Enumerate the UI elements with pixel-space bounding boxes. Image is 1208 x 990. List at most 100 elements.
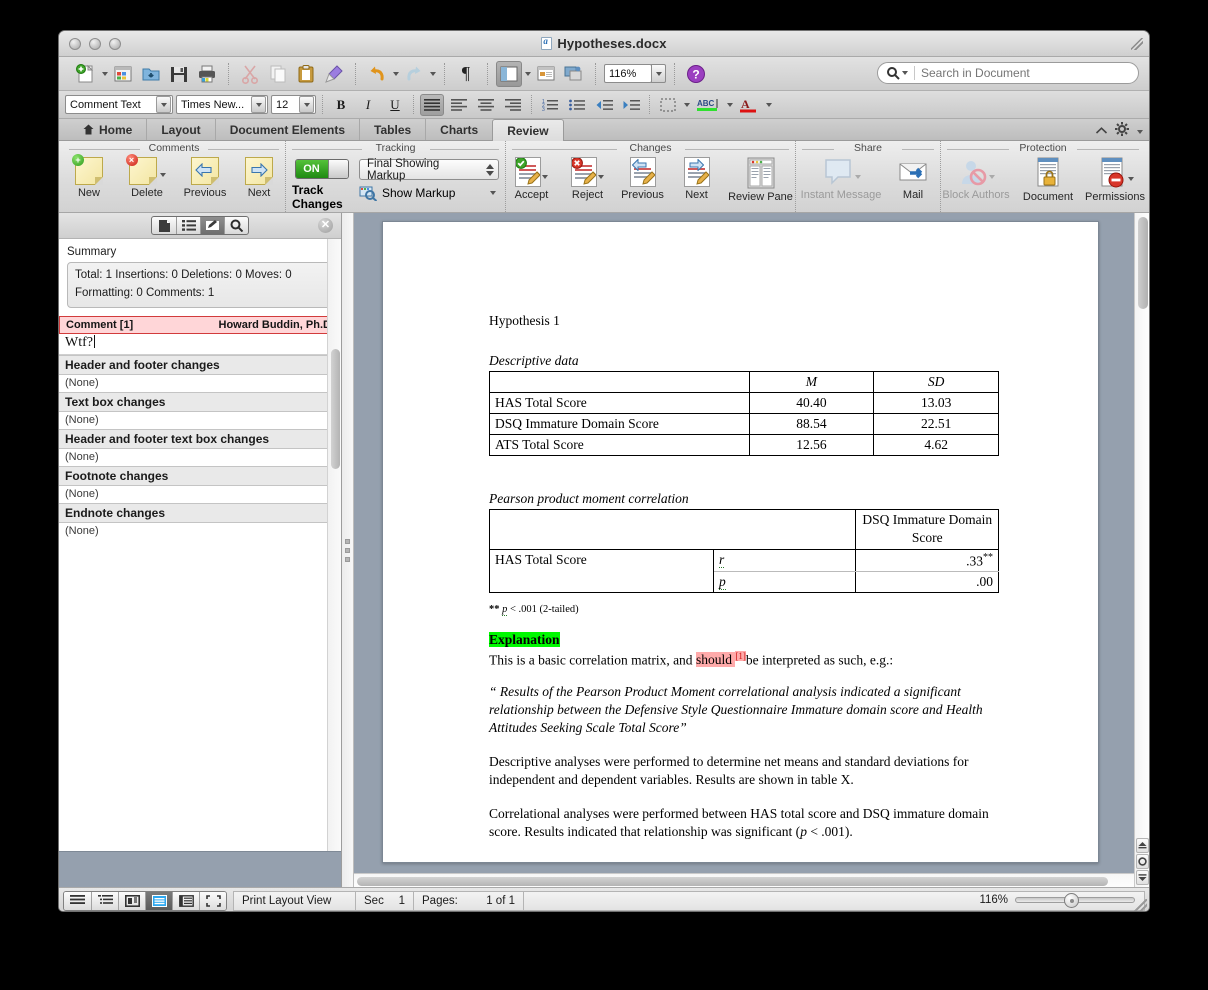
delete-comment-caret-icon[interactable] [159, 173, 166, 177]
redo-caret-icon[interactable] [430, 71, 436, 76]
paste-icon[interactable] [293, 61, 319, 87]
ribbon-block-authors[interactable]: Block Authors [937, 157, 1015, 201]
align-justify-button[interactable] [420, 93, 444, 116]
comment-entry-body[interactable]: Wtf? [59, 334, 341, 355]
tab-document-elements[interactable]: Document Elements [214, 119, 359, 140]
tab-review[interactable]: Review [492, 119, 564, 141]
tab-home[interactable]: Home [69, 119, 146, 140]
ribbon-protect-document[interactable]: Document [1017, 157, 1079, 203]
search-input[interactable] [921, 66, 1121, 80]
undo-icon[interactable] [364, 61, 390, 87]
show-markup-caret-icon[interactable] [490, 191, 497, 195]
tab-layout[interactable]: Layout [146, 119, 214, 140]
numbered-list-button[interactable]: 123 [538, 94, 562, 116]
notebook-view-icon[interactable] [172, 891, 199, 910]
ribbon-instant-message[interactable]: Instant Message [797, 157, 885, 201]
pane-splitter[interactable] [342, 213, 354, 887]
ribbon-accept-change[interactable]: Accept [505, 157, 559, 201]
highlight-button[interactable]: ABC [693, 94, 723, 116]
previous-page-icon[interactable] [1136, 838, 1149, 853]
thumbnails-icon[interactable] [176, 217, 200, 234]
collapse-ribbon-icon[interactable] [1095, 123, 1108, 141]
new-document-icon[interactable] [73, 61, 99, 87]
publishing-view-icon[interactable] [118, 891, 145, 910]
next-page-icon[interactable] [1136, 870, 1149, 885]
new-document-caret-icon[interactable] [102, 71, 108, 76]
show-markup-label[interactable]: Show Markup [382, 186, 455, 200]
show-paragraph-marks-icon[interactable]: ¶ [453, 61, 479, 87]
document-scroll-thumb[interactable] [1138, 217, 1148, 309]
document-map-icon[interactable] [152, 217, 176, 234]
document-body[interactable]: Hypothesis 1 Descriptive data M SD HAS T… [488, 312, 999, 853]
zoom-slider-knob[interactable] [1064, 893, 1079, 908]
style-combo-caret-icon[interactable] [156, 96, 171, 113]
decrease-indent-button[interactable] [592, 94, 616, 116]
ribbon-next-comment[interactable]: Next [233, 157, 285, 199]
ribbon-new-comment[interactable]: + New [63, 154, 115, 199]
select-browse-object-icon[interactable] [1136, 854, 1149, 869]
font-size-caret-icon[interactable] [299, 96, 314, 113]
font-color-caret-icon[interactable] [766, 102, 772, 107]
search-icon[interactable] [224, 217, 248, 234]
ribbon-delete-comment[interactable]: × Delete [117, 154, 177, 199]
comment-reference-marker[interactable]: [1] [735, 650, 746, 661]
search-options-caret-icon[interactable] [902, 71, 908, 75]
reject-caret-icon[interactable] [598, 175, 604, 179]
cut-icon[interactable] [237, 61, 263, 87]
zoom-slider-area[interactable]: 116% [979, 893, 1135, 908]
highlight-caret-icon[interactable] [727, 102, 733, 107]
view-mode-buttons[interactable] [63, 890, 227, 911]
align-center-button[interactable] [474, 94, 498, 116]
document-hscroll-thumb[interactable] [357, 877, 1108, 886]
bold-button[interactable]: B [329, 94, 353, 116]
align-left-button[interactable] [447, 94, 471, 116]
search-icon[interactable] [886, 66, 908, 80]
block-authors-caret-icon[interactable] [988, 175, 995, 179]
document-horizontal-scrollbar[interactable] [354, 873, 1134, 887]
explanation-highlighted-word[interactable]: should [695, 652, 736, 668]
sidebar-view-selector[interactable] [151, 216, 249, 235]
font-color-button[interactable]: A [736, 94, 762, 116]
ribbon-permissions[interactable]: Permissions [1081, 157, 1149, 203]
ribbon-previous-comment[interactable]: Previous [179, 157, 231, 199]
document-scroll-buttons[interactable] [1136, 838, 1149, 885]
zoom-slider[interactable] [1015, 893, 1135, 908]
style-combo[interactable]: Comment Text [65, 95, 173, 114]
outline-view-icon[interactable] [91, 891, 118, 910]
ribbon-review-pane[interactable]: Review Pane [725, 157, 797, 203]
ribbon-reject-change[interactable]: Reject [561, 157, 615, 201]
permissions-caret-icon[interactable] [1127, 177, 1134, 181]
search-box[interactable] [877, 62, 1139, 84]
print-layout-view-icon[interactable] [145, 891, 172, 910]
borders-caret-icon[interactable] [684, 102, 690, 107]
reviewing-icon[interactable] [200, 217, 224, 234]
gear-icon[interactable] [1115, 122, 1129, 141]
window-resize-icon[interactable] [1131, 38, 1143, 50]
document-vertical-scrollbar[interactable] [1134, 213, 1149, 887]
font-combo[interactable]: Times New... [176, 95, 268, 114]
underline-button[interactable]: U [383, 94, 407, 116]
ribbon-next-change[interactable]: Next [671, 157, 723, 201]
print-icon[interactable] [194, 61, 220, 87]
font-size-combo[interactable]: 12 [271, 95, 316, 114]
template-gallery-icon[interactable] [110, 61, 136, 87]
increase-indent-button[interactable] [619, 94, 643, 116]
instant-message-caret-icon[interactable] [854, 175, 861, 179]
draft-view-icon[interactable] [64, 891, 91, 910]
help-icon[interactable]: ? [683, 61, 709, 87]
borders-button[interactable] [656, 94, 680, 116]
review-pane-scrollbar[interactable] [327, 239, 341, 851]
save-icon[interactable] [166, 61, 192, 87]
sidebar-toggle-icon[interactable] [496, 60, 522, 87]
italic-button[interactable]: I [356, 94, 380, 116]
copy-icon[interactable] [265, 61, 291, 87]
zoom-input[interactable]: 116% [604, 64, 652, 83]
ribbon-previous-change[interactable]: Previous [617, 157, 669, 201]
track-changes-toggle[interactable]: ON [294, 159, 349, 179]
undo-caret-icon[interactable] [393, 71, 399, 76]
redo-icon[interactable] [401, 61, 427, 87]
window-resize-grip-icon[interactable] [1134, 899, 1147, 911]
zoom-dropdown-button[interactable] [651, 64, 666, 83]
accept-caret-icon[interactable] [542, 175, 548, 179]
open-folder-icon[interactable] [138, 61, 164, 87]
